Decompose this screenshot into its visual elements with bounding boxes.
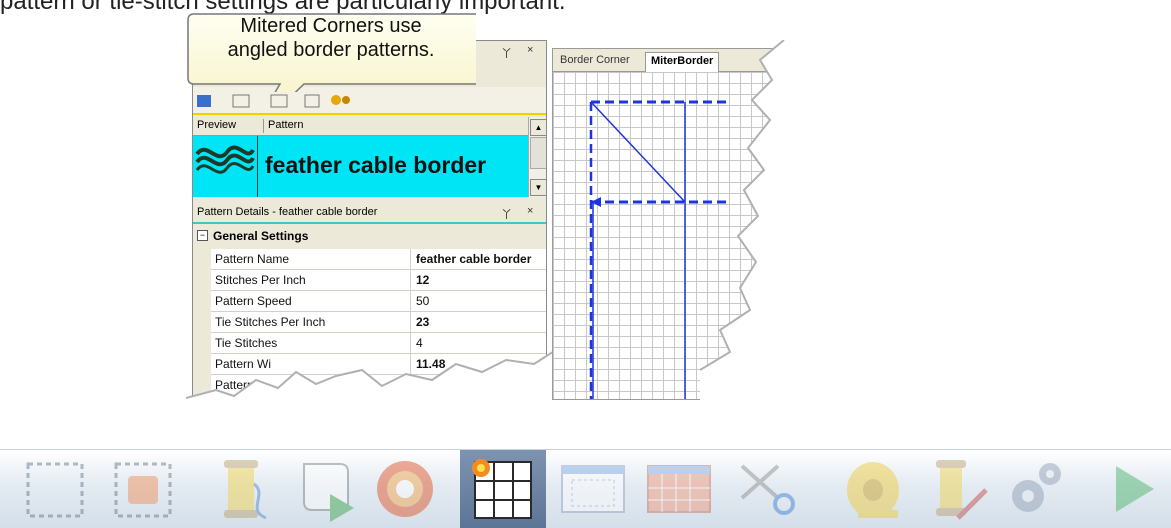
list-scrollbar[interactable]: ▲ ▼ xyxy=(528,117,546,197)
details-title-bar: Pattern Details - feather cable border 丫… xyxy=(193,204,546,224)
property-key: Tie Stitches xyxy=(215,336,278,350)
close-icon[interactable]: × xyxy=(527,44,533,56)
group-label: General Settings xyxy=(213,229,309,243)
property-key: Stitches Per Inch xyxy=(215,273,306,287)
torn-edge-right xyxy=(700,40,790,410)
property-key: Pattern Name xyxy=(215,252,290,266)
property-key: Pattern Speed xyxy=(215,294,292,308)
details-title: Pattern Details - feather cable border xyxy=(197,206,378,218)
scroll-thumb[interactable] xyxy=(530,137,546,169)
callout-line-1: Mitered Corners use xyxy=(240,15,422,37)
property-value: 50 xyxy=(416,294,430,308)
play-icon[interactable] xyxy=(1096,454,1166,524)
list-item[interactable]: feather cable border xyxy=(193,136,528,197)
scroll-up-icon[interactable]: ▲ xyxy=(530,119,546,136)
property-value: 4 xyxy=(416,336,423,350)
callout-text: Mitered Corners use angled border patter… xyxy=(196,14,466,62)
pattern-preview-icon xyxy=(193,136,258,197)
column-preview[interactable]: Preview xyxy=(197,119,236,131)
thread-spool-icon[interactable] xyxy=(206,454,276,524)
property-value: 12 xyxy=(416,273,430,287)
scroll-play-icon[interactable] xyxy=(290,454,360,524)
bottom-toolbar xyxy=(0,449,1171,528)
scissors-icon[interactable] xyxy=(732,454,802,524)
scroll-down-icon[interactable]: ▼ xyxy=(530,179,546,196)
settings-gears-icon[interactable] xyxy=(1000,454,1070,524)
pattern-panel: 丫 × Preview Pattern feather cable border… xyxy=(192,40,547,402)
border-grid-icon[interactable] xyxy=(558,454,628,524)
details-close-icon[interactable]: × xyxy=(527,205,533,217)
tab-border-corner[interactable]: Border Corner xyxy=(555,52,635,74)
property-row[interactable]: Pattern Speed 50 xyxy=(211,291,546,312)
select-rect-icon[interactable] xyxy=(20,454,90,524)
collapse-icon[interactable]: − xyxy=(197,230,208,241)
property-key: Tie Stitches Per Inch xyxy=(215,315,326,329)
property-value: 23 xyxy=(416,315,430,329)
property-row[interactable]: Tie Stitches Per Inch 23 xyxy=(211,312,546,333)
tape-measure-icon[interactable] xyxy=(838,454,908,524)
mitered-corner-icon[interactable] xyxy=(467,454,537,524)
select-fill-icon[interactable] xyxy=(108,454,178,524)
property-value: feather cable border xyxy=(416,252,532,266)
thread-edit-icon[interactable] xyxy=(922,454,992,524)
property-row[interactable]: Pattern Name feather cable border xyxy=(211,249,546,270)
block-grid-icon[interactable] xyxy=(644,454,714,524)
target-icon[interactable] xyxy=(370,454,440,524)
property-row[interactable]: Stitches Per Inch 12 xyxy=(211,270,546,291)
cropped-caption: pattern or tie-stitch settings are parti… xyxy=(0,0,566,15)
torn-edge xyxy=(186,350,556,410)
pin-icon[interactable]: 丫 xyxy=(501,45,512,61)
callout-line-2: angled border patterns. xyxy=(227,39,435,61)
list-header: Preview Pattern xyxy=(193,117,528,136)
pattern-list[interactable]: Preview Pattern feather cable border ▲ ▼ xyxy=(193,117,546,197)
pattern-name: feather cable border xyxy=(265,152,487,178)
column-pattern[interactable]: Pattern xyxy=(263,119,303,133)
group-general-settings[interactable]: − General Settings xyxy=(193,229,546,247)
details-pin-icon[interactable]: 丫 xyxy=(501,206,512,222)
